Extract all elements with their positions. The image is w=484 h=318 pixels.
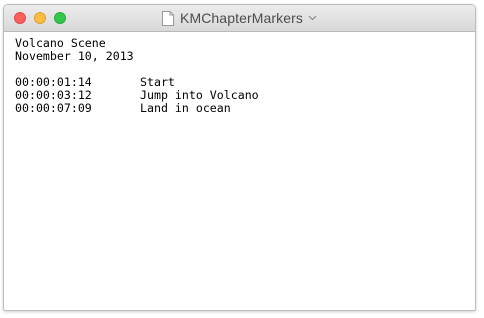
title-bar[interactable]: KMChapterMarkers	[4, 5, 475, 32]
text-editor-window: KMChapterMarkers Volcano Scene November …	[3, 4, 476, 311]
document-text-area[interactable]: Volcano Scene November 10, 2013 00:00:01…	[4, 32, 475, 310]
window-title-group[interactable]: KMChapterMarkers	[4, 5, 475, 31]
marker-label: Land in ocean	[140, 101, 231, 115]
window-title: KMChapterMarkers	[180, 10, 303, 26]
document-date-line: November 10, 2013	[15, 49, 134, 63]
chevron-down-icon[interactable]	[308, 15, 317, 21]
marker-row: 00:00:07:09 Land in ocean	[15, 102, 475, 115]
marker-timecode: 00:00:07:09	[15, 101, 92, 115]
document-icon	[162, 10, 175, 26]
